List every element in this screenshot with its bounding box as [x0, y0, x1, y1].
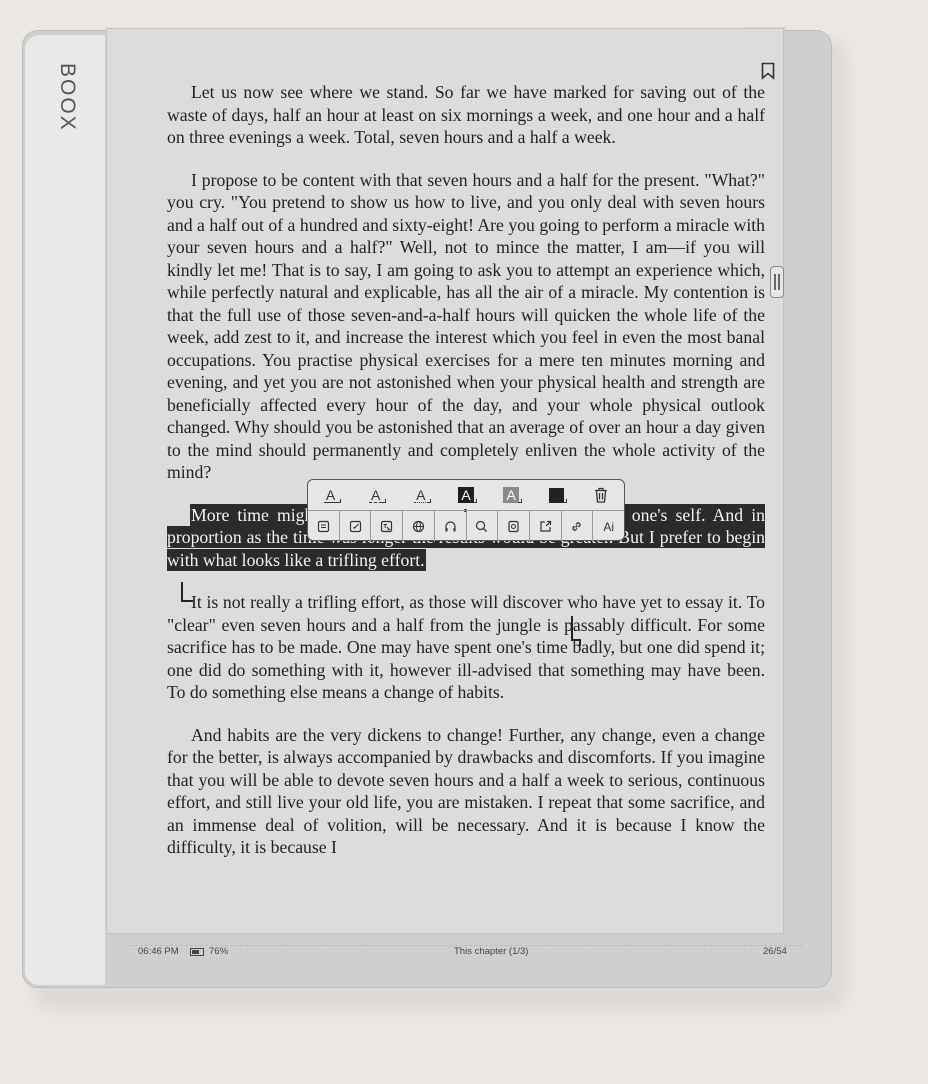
- headphones-icon: [445, 521, 456, 532]
- read-aloud-button[interactable]: [435, 511, 467, 542]
- side-menu-handle[interactable]: [770, 266, 784, 298]
- highlight-dark-button[interactable]: A: [443, 480, 488, 512]
- trash-icon: [595, 487, 608, 503]
- dictionary-icon: [508, 520, 519, 533]
- ai-assistant-button[interactable]: Ai: [593, 511, 624, 542]
- action-row: Ai: [308, 510, 624, 542]
- delete-button[interactable]: [579, 480, 624, 510]
- underline-wavy-button[interactable]: A: [353, 480, 398, 510]
- highlight-gray-button[interactable]: A: [489, 480, 534, 510]
- highlight-gray-icon: A: [503, 487, 519, 503]
- translate-button[interactable]: [371, 511, 404, 542]
- search-icon: [476, 520, 488, 532]
- copy-button[interactable]: [308, 511, 340, 542]
- share-button[interactable]: [530, 511, 562, 542]
- highlight-dark-icon: A: [458, 487, 474, 503]
- selection-toolbar: A A A A A Ai: [307, 479, 625, 542]
- underline-dotted-icon: A: [414, 486, 428, 503]
- battery-level: 76%: [209, 946, 229, 957]
- paragraph: I propose to be content with that seven …: [167, 169, 765, 483]
- chapter-progress[interactable]: This chapter (1/3): [454, 946, 528, 957]
- battery-icon: [190, 948, 204, 956]
- share-icon: [540, 520, 551, 532]
- globe-icon: [412, 520, 425, 533]
- underline-wavy-icon: A: [369, 486, 383, 503]
- edit-note-icon: [349, 520, 361, 533]
- brand-logo: BOOX: [56, 63, 79, 132]
- underline-solid-icon: A: [323, 486, 338, 503]
- translate-icon: [381, 520, 393, 533]
- bookmark-icon[interactable]: [761, 62, 775, 80]
- paragraph: Let us now see where we stand. So far we…: [167, 82, 765, 147]
- dictionary-button[interactable]: [498, 511, 530, 542]
- clock: 06:46 PM: [138, 946, 179, 957]
- search-button[interactable]: [467, 511, 499, 542]
- highlight-style-row: A A A A A: [308, 480, 624, 512]
- selection-handle-end[interactable]: [571, 616, 581, 646]
- selection-handle-start[interactable]: [181, 582, 193, 602]
- paragraph: And habits are the very dickens to chang…: [167, 724, 765, 858]
- web-search-button[interactable]: [403, 511, 435, 542]
- copy-icon: [317, 520, 329, 533]
- highlight-solid-icon: [548, 487, 564, 503]
- underline-solid-button[interactable]: A: [308, 480, 353, 510]
- note-button[interactable]: [340, 511, 372, 542]
- link-icon: [572, 522, 582, 531]
- ai-label: Ai: [603, 519, 615, 534]
- status-bar: 06:46 PM 76% This chapter (1/3) 26/54: [0, 946, 928, 962]
- highlight-solid-button[interactable]: [534, 480, 579, 510]
- paragraph: It is not really a trifling effort, as t…: [167, 592, 765, 702]
- page-number[interactable]: 26/54: [763, 946, 787, 957]
- link-button[interactable]: [562, 511, 594, 542]
- device-bezel-side: BOOX: [25, 35, 105, 985]
- underline-dotted-button[interactable]: A: [398, 480, 443, 510]
